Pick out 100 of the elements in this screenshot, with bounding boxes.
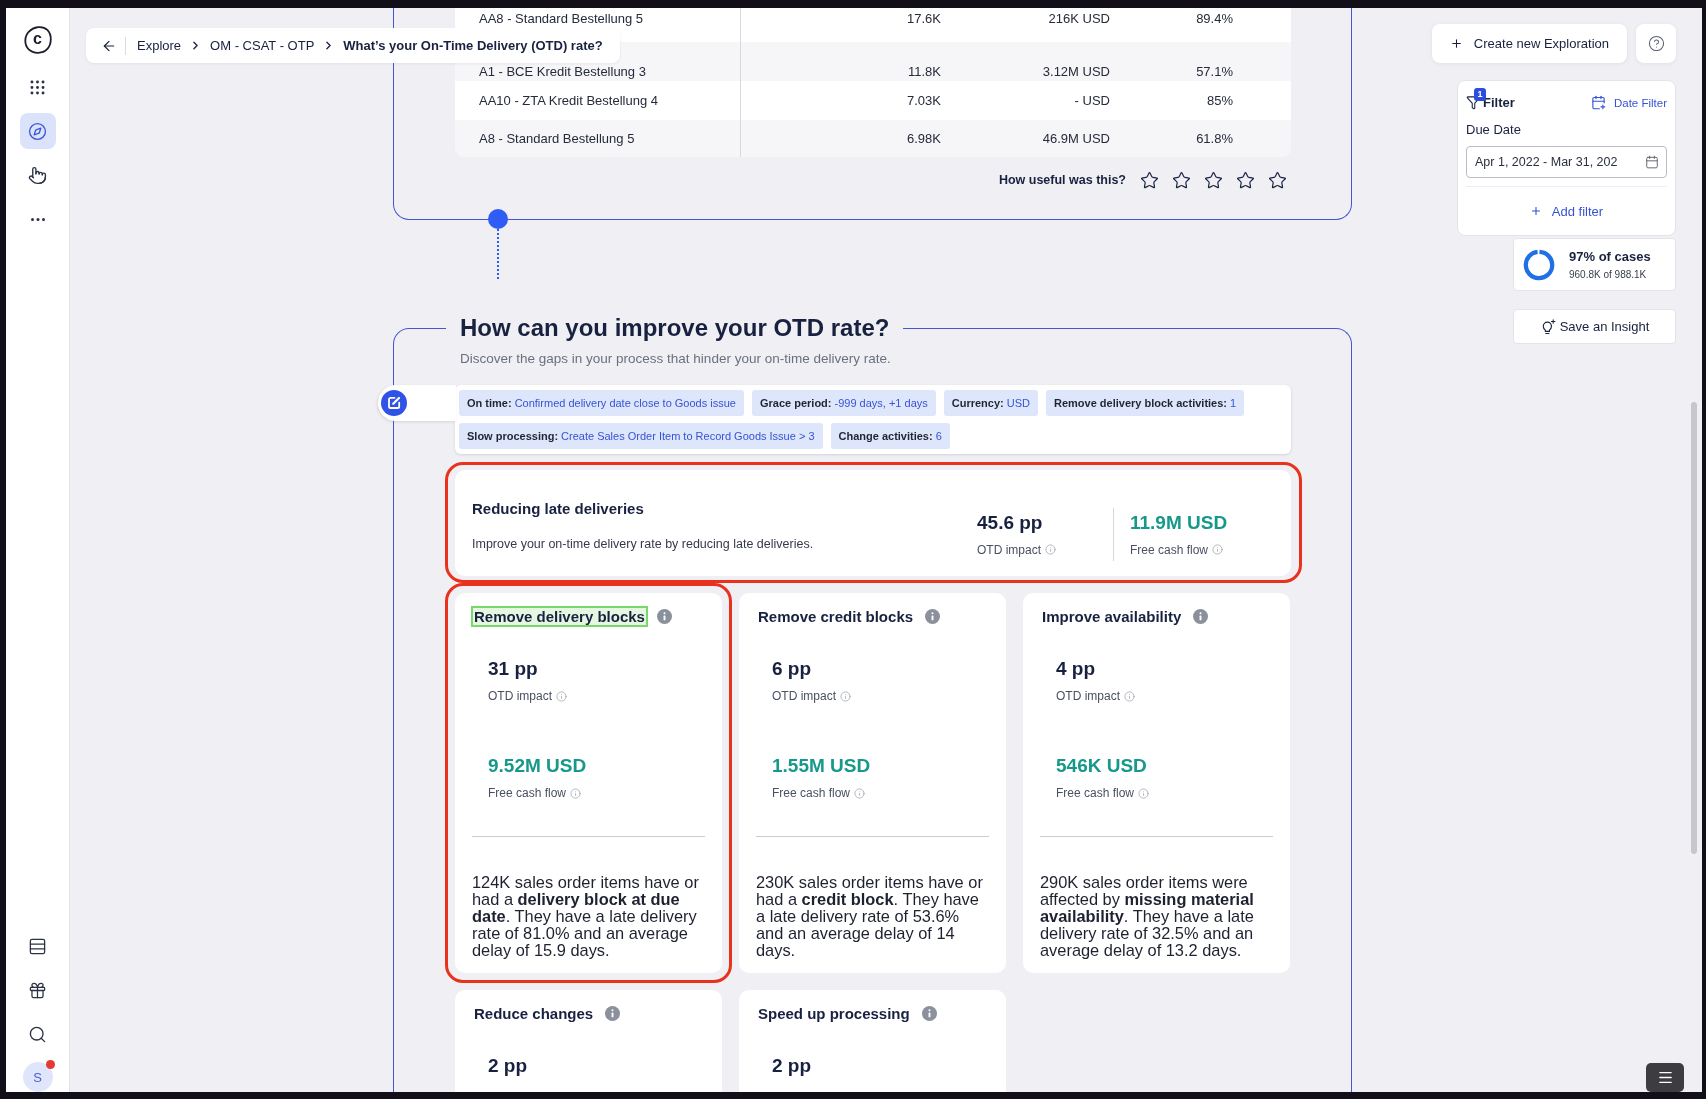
calendar-icon [1645, 155, 1659, 169]
info-icon[interactable] [656, 609, 672, 624]
field-label: Due Date [1466, 122, 1522, 138]
card-title: Speed up processing [757, 1004, 911, 1024]
breadcrumb-link[interactable]: OM - CSAT - OTP [210, 38, 315, 53]
insight-card[interactable] [1023, 593, 1290, 973]
table-cell-text: 11.8K [907, 63, 941, 81]
explore-button[interactable] [19, 113, 56, 149]
table-cell: A8 - Standard Bestellung 5 [455, 120, 741, 157]
table-cell-text: - USD [1073, 92, 1110, 110]
date-range-field[interactable]: Apr 1, 2022 - Mar 31, 202 [1466, 146, 1667, 178]
metric-label: OTD impact [772, 689, 836, 703]
gift-icon [28, 980, 47, 1000]
menu-icon [1656, 1069, 1674, 1086]
progress-ring [1522, 247, 1556, 282]
section-title: How can you improve your OTD rate? [459, 313, 891, 343]
table-cell-text: 7.03K [906, 92, 941, 110]
parameter-tag[interactable]: Change activities: 6 [830, 423, 950, 449]
help-icon [1647, 35, 1665, 52]
card-description: 290K sales order items were affected by missing material availability. They have a late delivery rate of 32.5% and an average delay of 13.2 days. [1040, 874, 1255, 959]
card-title: Remove delivery blocks [471, 606, 648, 627]
more-icon [30, 217, 45, 221]
edit-tab[interactable] [378, 385, 456, 421]
card-description: 124K sales order items have or had a delivery block at due date. They have a late delivery rate of 81.0% and an average delay of 15.9 days. [472, 874, 700, 959]
edit-icon [381, 390, 407, 416]
table-cell-text: 57.1% [1195, 63, 1233, 81]
timeline-dot-icon [488, 209, 508, 229]
date-filter-link[interactable]: Date Filter [1590, 95, 1667, 110]
add-filter-button[interactable]: Add filter [1466, 187, 1667, 235]
create-exploration-button[interactable]: Create new Exploration [1431, 24, 1627, 63]
info-icon[interactable] [1193, 609, 1209, 624]
metric-value: 9.52M USD [488, 754, 587, 778]
metric-label: Free cash flow [772, 786, 851, 800]
menu-button[interactable] [1646, 1063, 1684, 1092]
search-icon [28, 1024, 47, 1044]
table-cell-text: 85% [1205, 92, 1233, 110]
section-subtitle: Discover the gaps in your process that hinder your on-time delivery rate. [460, 350, 892, 368]
metric-value: 1.55M USD [772, 754, 871, 778]
insight-card[interactable]: Reduce changes 2 pp [455, 990, 722, 1092]
star-rating[interactable] [1140, 170, 1287, 190]
metric-label: OTD impact [1056, 689, 1120, 703]
metric-value: 11.9M USD [1130, 510, 1228, 535]
plus-icon [1529, 205, 1542, 217]
rows-icon [28, 936, 47, 956]
metric-label: Free cash flow [488, 786, 567, 800]
breadcrumb-link[interactable]: Explore [137, 38, 182, 53]
table-cell-text: 89.4% [1195, 10, 1233, 28]
metric-value: 546K USD [1056, 754, 1147, 778]
card-title: Reduce changes [473, 1004, 595, 1024]
user-avatar[interactable]: S [22, 1062, 53, 1092]
info-icon[interactable] [925, 609, 941, 624]
parameter-tag[interactable]: Grace period: -999 days, +1 days [751, 390, 936, 416]
table-cell-text: 61.8% [1195, 130, 1233, 148]
insight-card[interactable]: Remove credit blocks 6 pp OTD impact 1.55M USD Free cash flow 230K sales order items have or had a credit block. They have a late delivery rate of 53.6% and an average delay of 14 days. [739, 593, 1006, 973]
star-icon[interactable] [1236, 170, 1255, 190]
summary-title: Reducing late deliveries [472, 499, 645, 519]
star-icon[interactable] [1204, 170, 1223, 190]
help-button[interactable] [1636, 24, 1676, 63]
grid-icon [28, 77, 47, 97]
hand-pointer-icon [28, 165, 47, 185]
metric-value: 31 pp [488, 657, 538, 681]
table-cell-text: 17.6K [906, 10, 941, 28]
card-description: 230K sales order items have or had a credit block. They have a late delivery rate of 53.6% and an average delay of 14 days. [756, 874, 984, 959]
star-icon[interactable] [1140, 170, 1159, 190]
metric-value: 2 pp [772, 1054, 812, 1078]
metric-value: 2 pp [488, 1054, 528, 1078]
card-title: Remove credit blocks [757, 607, 915, 627]
table-cell-text: 3.12M USD [1041, 63, 1110, 81]
metric-label: Free cash flow [1130, 542, 1209, 557]
table-cell-text: 6.98K [906, 130, 941, 148]
cases-detail: 960.8K of 988.1K [1569, 269, 1648, 280]
metric-label: OTD impact [488, 689, 552, 703]
logo[interactable]: c [22, 25, 53, 55]
rating-question: How useful was this? [998, 173, 1126, 187]
parameter-tag[interactable]: Currency: USD [943, 390, 1038, 416]
scrollbar-thumb[interactable] [1691, 402, 1697, 854]
info-icon[interactable] [605, 1006, 621, 1021]
star-icon[interactable] [1268, 170, 1287, 190]
parameter-tag[interactable]: Slow processing: Create Sales Order Item to Record Goods Issue > 3 [459, 423, 823, 449]
table-cell-text: 216K USD [1047, 10, 1110, 28]
insight-card[interactable]: Speed up processing 2 pp [739, 990, 1006, 1092]
metric-value: 45.6 pp [977, 510, 1043, 535]
parameter-tag[interactable]: Remove delivery block activities: 1 [1045, 390, 1245, 416]
card-title: Improve availability [1041, 607, 1183, 627]
metric-label: Free cash flow [1056, 786, 1135, 800]
save-insight-button[interactable]: Save an Insight [1513, 309, 1676, 344]
metric-label: OTD impact [977, 542, 1041, 557]
plus-icon [1449, 37, 1463, 50]
calendar-plus-icon [1590, 95, 1606, 110]
summary-description: Improve your on-time delivery rate by reducing late deliveries. [472, 536, 815, 553]
info-icon[interactable] [921, 1006, 937, 1021]
star-icon[interactable] [1172, 170, 1191, 190]
compass-icon [28, 121, 47, 141]
parameter-tag[interactable]: On time: Confirmed delivery date close to Goods issue [459, 390, 744, 416]
connector-line [497, 229, 499, 279]
metric-value: 6 pp [772, 657, 812, 681]
metric-value: 4 pp [1056, 657, 1096, 681]
table-cell-text: 46.9M USD [1041, 130, 1110, 148]
cases-label: 97% of cases [1569, 249, 1651, 264]
filter-title: Filter [1483, 95, 1515, 110]
